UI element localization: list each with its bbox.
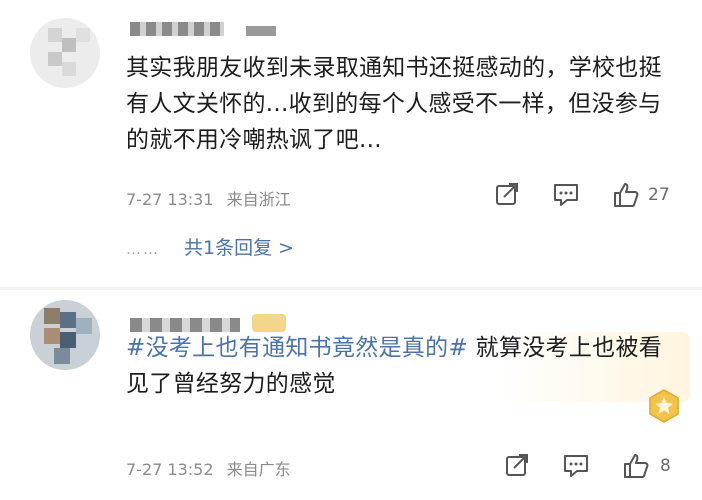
share-icon[interactable]: [494, 181, 520, 209]
share-icon[interactable]: [504, 452, 530, 480]
view-replies-link[interactable]: 共1条回复 >: [184, 237, 294, 259]
comment-actions: 8: [488, 452, 688, 480]
comment-meta: 7-27 13:52 来自广东: [126, 456, 291, 480]
avatar[interactable]: [30, 300, 100, 370]
comment-location: 来自广东: [226, 460, 291, 479]
comment-icon[interactable]: [552, 181, 580, 209]
like-count: 8: [660, 456, 671, 476]
like-icon[interactable]: [622, 452, 650, 480]
comment-location: 来自浙江: [226, 190, 291, 209]
replies-dots: ……: [126, 240, 160, 258]
like-icon[interactable]: [612, 181, 640, 209]
comment-meta: 7-27 13:31 来自浙江: [126, 186, 291, 210]
star-badge-icon: [646, 388, 682, 424]
username-blurred[interactable]: [130, 22, 224, 36]
comment-icon[interactable]: [562, 452, 590, 480]
comment-item: 其实我朋友收到未录取通知书还挺感动的，学校也挺有人文关怀的...收到的每个人感受…: [0, 0, 702, 290]
comment-text: #没考上也有通知书竟然是真的# 就算没考上也被看见了曾经努力的感觉: [126, 330, 678, 402]
avatar[interactable]: [30, 18, 100, 88]
comment-text: 其实我朋友收到未录取通知书还挺感动的，学校也挺有人文关怀的...收到的每个人感受…: [126, 55, 662, 153]
comment-time: 7-27 13:31: [126, 190, 214, 209]
comment-actions: 27: [488, 181, 688, 209]
replies-row: …… 共1条回复 >: [126, 233, 294, 260]
user-badge-blurred: [246, 26, 276, 36]
hashtag-link[interactable]: #没考上也有通知书竟然是真的#: [126, 335, 468, 361]
like-count: 27: [648, 185, 670, 205]
comment-time: 7-27 13:52: [126, 460, 214, 479]
comment-item: #没考上也有通知书竟然是真的# 就算没考上也被看见了曾经努力的感觉 7-27 1…: [0, 292, 702, 500]
divider: [0, 287, 702, 290]
